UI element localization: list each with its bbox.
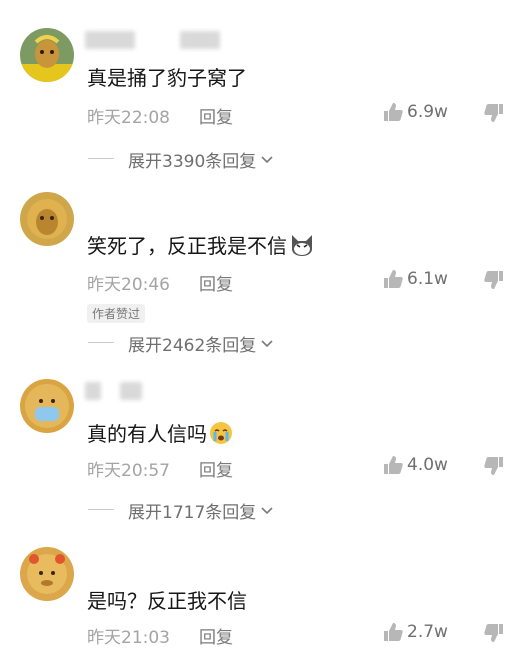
comment-time: 昨天20:57 (87, 461, 170, 481)
thumbs-down-icon (484, 104, 503, 122)
expand-replies-button[interactable]: 展开2462条回复 (128, 331, 274, 356)
comment-time: 昨天22:08 (87, 108, 170, 128)
cat-face-icon (289, 233, 315, 262)
thumbs-down-icon (484, 271, 503, 289)
expand-replies-label: 展开3390条回复 (128, 152, 257, 172)
comment-text: 真是捅了豹子窝了 (87, 66, 247, 90)
expand-replies-label: 展开2462条回复 (128, 336, 257, 356)
chevron-down-icon (261, 506, 273, 514)
divider (88, 158, 114, 159)
comment-time: 昨天20:46 (87, 275, 170, 295)
chevron-down-icon (261, 155, 273, 163)
thumbs-up-icon (384, 270, 403, 288)
reply-button[interactable]: 回复 (199, 456, 233, 481)
dislike-button[interactable] (484, 270, 504, 294)
like-count: 6.9w (407, 102, 448, 122)
like-button[interactable]: 6.9w (383, 102, 448, 122)
username-blurred (180, 31, 220, 49)
expand-replies-label: 展开1717条回复 (128, 503, 257, 523)
avatar[interactable] (20, 547, 74, 601)
avatar[interactable] (20, 379, 74, 433)
like-count: 2.7w (407, 622, 448, 642)
divider (88, 342, 114, 343)
username-blurred[interactable] (85, 382, 101, 400)
comment-text-content: 真的有人信吗 (87, 422, 207, 446)
reply-button[interactable]: 回复 (199, 103, 233, 128)
comment-text: 是吗？反正我不信 (87, 589, 247, 613)
chevron-down-icon (261, 339, 273, 347)
comment-text: 真的有人信吗 (87, 418, 233, 450)
comment-text-content: 笑死了，反正我是不信 (87, 234, 287, 258)
expand-replies-button[interactable]: 展开3390条回复 (128, 147, 274, 172)
dislike-button[interactable] (484, 456, 504, 480)
crying-face-icon (209, 421, 233, 450)
like-button[interactable]: 2.7w (383, 622, 448, 642)
like-button[interactable]: 4.0w (383, 455, 448, 475)
comment-text: 笑死了，反正我是不信 (87, 230, 315, 262)
thumbs-down-icon (484, 624, 503, 642)
expand-replies-button[interactable]: 展开1717条回复 (128, 498, 274, 523)
dislike-button[interactable] (484, 623, 504, 647)
thumbs-up-icon (384, 623, 403, 641)
username-blurred (120, 382, 142, 400)
divider (88, 509, 114, 510)
like-button[interactable]: 6.1w (383, 269, 448, 289)
reply-button[interactable]: 回复 (199, 623, 233, 648)
like-count: 6.1w (407, 269, 448, 289)
reply-button[interactable]: 回复 (199, 270, 233, 295)
thumbs-down-icon (484, 457, 503, 475)
avatar[interactable] (20, 192, 74, 246)
thumbs-up-icon (384, 456, 403, 474)
username-blurred[interactable] (85, 31, 135, 49)
thumbs-up-icon (384, 103, 403, 121)
dislike-button[interactable] (484, 103, 504, 127)
author-liked-badge: 作者赞过 (87, 304, 146, 323)
like-count: 4.0w (407, 455, 448, 475)
avatar[interactable] (20, 28, 74, 82)
comment-time: 昨天21:03 (87, 628, 170, 648)
